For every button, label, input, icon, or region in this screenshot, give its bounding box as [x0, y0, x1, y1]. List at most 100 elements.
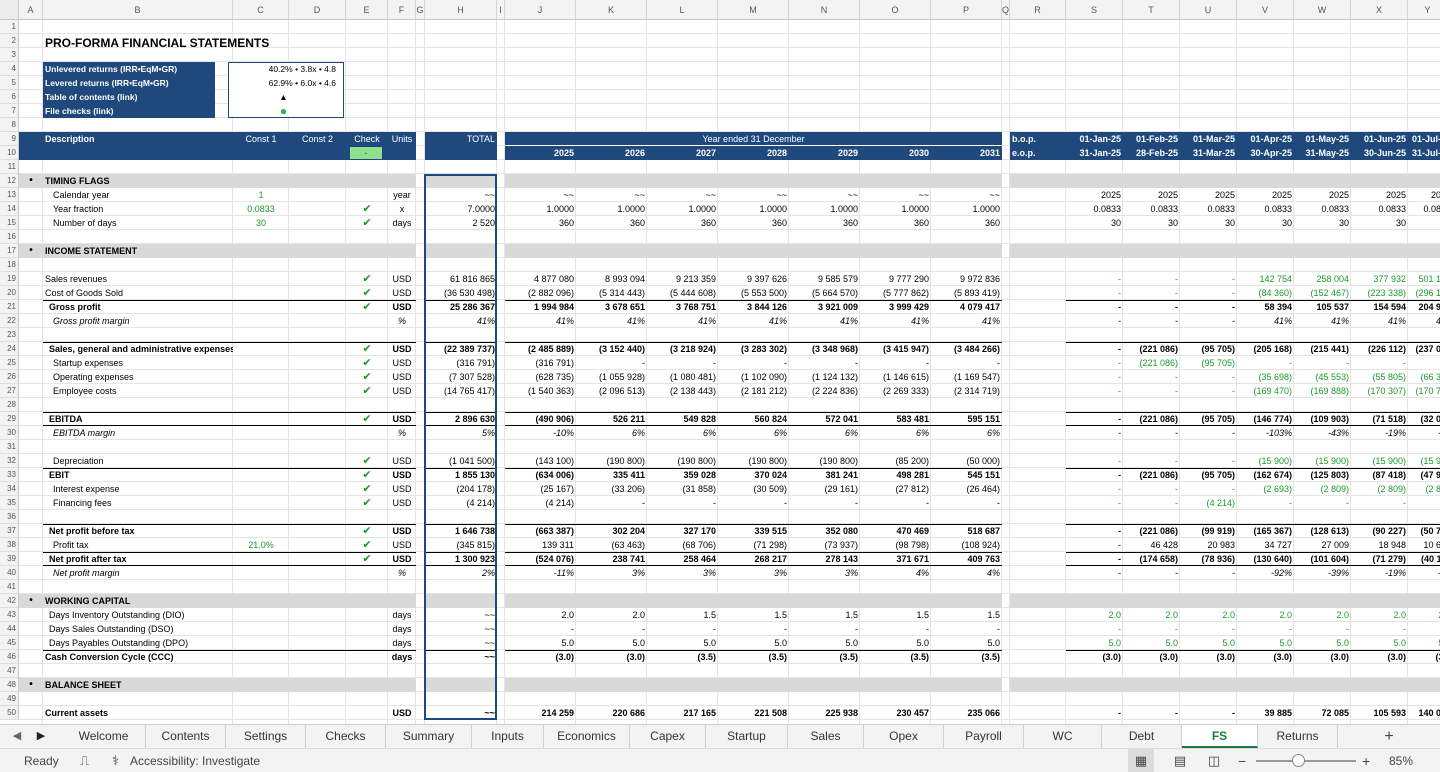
- value-cell[interactable]: 41%: [718, 314, 789, 328]
- value-cell[interactable]: 2.0: [1066, 608, 1123, 622]
- value-cell[interactable]: (2 882 096): [505, 286, 576, 300]
- value-cell[interactable]: (5 893 419): [931, 286, 1002, 300]
- zoom-out-icon[interactable]: −: [1238, 749, 1246, 772]
- value-cell[interactable]: (3.0): [505, 650, 576, 664]
- value-cell[interactable]: 5.0: [1123, 636, 1180, 650]
- value-cell[interactable]: (3.5): [789, 650, 860, 664]
- row-header-11[interactable]: 11: [0, 160, 19, 174]
- value-cell[interactable]: (143 100): [505, 454, 576, 468]
- value-cell[interactable]: 0.0833: [1066, 202, 1123, 216]
- value-cell[interactable]: (162 674): [1237, 468, 1294, 482]
- value-cell[interactable]: (190 800): [789, 454, 860, 468]
- value-cell[interactable]: -19%: [1351, 566, 1408, 580]
- value-cell[interactable]: 1.5: [789, 608, 860, 622]
- value-cell[interactable]: (3 415 947): [860, 342, 931, 356]
- value-cell[interactable]: (190 800): [647, 454, 718, 468]
- value-cell[interactable]: (1 124 132): [789, 370, 860, 384]
- tab-wc[interactable]: WC: [1024, 725, 1102, 748]
- column-header-O[interactable]: O: [860, 0, 931, 20]
- value-cell[interactable]: -: [860, 496, 931, 510]
- value-cell[interactable]: 140 01: [1408, 706, 1440, 720]
- column-header-R[interactable]: R: [1010, 0, 1066, 20]
- row-header-23[interactable]: 23: [0, 328, 19, 342]
- value-cell[interactable]: (1 146 615): [860, 370, 931, 384]
- row-header-30[interactable]: 30: [0, 426, 19, 440]
- value-cell[interactable]: -: [1123, 300, 1180, 314]
- value-cell[interactable]: 2025: [1123, 188, 1180, 202]
- value-cell[interactable]: 235 066: [931, 706, 1002, 720]
- row-header-37[interactable]: 37: [0, 524, 19, 538]
- value-cell[interactable]: 4 877 080: [505, 272, 576, 286]
- value-cell[interactable]: -: [1180, 566, 1237, 580]
- value-cell[interactable]: (628 735): [505, 370, 576, 384]
- tab-economics[interactable]: Economics: [544, 725, 630, 748]
- value-cell[interactable]: 41%: [931, 314, 1002, 328]
- value-cell[interactable]: (130 640): [1237, 552, 1294, 566]
- row-header-46[interactable]: 46: [0, 650, 19, 664]
- value-cell[interactable]: (4 214): [1180, 496, 1237, 510]
- tab-checks[interactable]: Checks: [306, 725, 386, 748]
- row-header-42[interactable]: 42: [0, 594, 19, 608]
- row-header-33[interactable]: 33: [0, 468, 19, 482]
- value-cell[interactable]: -: [1123, 622, 1180, 636]
- file-checks-icon[interactable]: ●: [229, 104, 338, 118]
- value-cell[interactable]: (5 777 862): [860, 286, 931, 300]
- value-cell[interactable]: 258 004: [1294, 272, 1351, 286]
- row-header-40[interactable]: 40: [0, 566, 19, 580]
- value-cell[interactable]: -: [1180, 314, 1237, 328]
- value-cell[interactable]: -92%: [1237, 566, 1294, 580]
- value-cell[interactable]: -: [647, 496, 718, 510]
- value-cell[interactable]: (95 705): [1180, 412, 1237, 426]
- value-cell[interactable]: 2025: [1066, 188, 1123, 202]
- value-cell[interactable]: -8: [1408, 566, 1440, 580]
- value-cell[interactable]: -: [1066, 342, 1123, 356]
- value-cell[interactable]: (205 168): [1237, 342, 1294, 356]
- value-cell[interactable]: -: [1123, 454, 1180, 468]
- value-cell[interactable]: 41%: [576, 314, 647, 328]
- value-cell[interactable]: -: [647, 622, 718, 636]
- column-header-F[interactable]: F: [388, 0, 416, 20]
- value-cell[interactable]: (5 444 608): [647, 286, 718, 300]
- row-header-28[interactable]: 28: [0, 398, 19, 412]
- column-header-Q[interactable]: Q: [1002, 0, 1010, 20]
- tab-startup[interactable]: Startup: [706, 725, 788, 748]
- value-cell[interactable]: -: [1066, 300, 1123, 314]
- value-cell[interactable]: 377 932: [1351, 272, 1408, 286]
- row-header-4[interactable]: 4: [0, 62, 19, 76]
- value-cell[interactable]: 30: [1066, 216, 1123, 230]
- value-cell[interactable]: (3.5): [860, 650, 931, 664]
- value-cell[interactable]: 6%: [860, 426, 931, 440]
- value-cell[interactable]: ~~: [860, 188, 931, 202]
- row-header-49[interactable]: 49: [0, 692, 19, 706]
- value-cell[interactable]: (3.0): [1351, 650, 1408, 664]
- value-cell[interactable]: 2025: [1180, 188, 1237, 202]
- value-cell[interactable]: 560 824: [718, 412, 789, 426]
- value-cell[interactable]: 2.0: [1294, 608, 1351, 622]
- value-cell[interactable]: 3: [1408, 216, 1440, 230]
- value-cell[interactable]: 595 151: [931, 412, 1002, 426]
- value-cell[interactable]: 5.0: [647, 636, 718, 650]
- value-cell[interactable]: 4%: [931, 566, 1002, 580]
- column-header-M[interactable]: M: [718, 0, 789, 20]
- value-cell[interactable]: (296 15: [1408, 286, 1440, 300]
- value-cell[interactable]: (15 900): [1237, 454, 1294, 468]
- value-cell[interactable]: 9 397 626: [718, 272, 789, 286]
- value-cell[interactable]: (35 698): [1237, 370, 1294, 384]
- value-cell[interactable]: (170 72: [1408, 384, 1440, 398]
- row-header-20[interactable]: 20: [0, 286, 19, 300]
- value-cell[interactable]: (27 812): [860, 482, 931, 496]
- tab-inputs[interactable]: Inputs: [472, 725, 544, 748]
- value-cell[interactable]: (71 279): [1351, 552, 1408, 566]
- value-cell[interactable]: (109 903): [1294, 412, 1351, 426]
- tab-debt[interactable]: Debt: [1102, 725, 1182, 748]
- value-cell[interactable]: 5.0: [1237, 636, 1294, 650]
- value-cell[interactable]: ~~: [789, 188, 860, 202]
- value-cell[interactable]: 0.083: [1408, 202, 1440, 216]
- value-cell[interactable]: 41%: [505, 314, 576, 328]
- value-cell[interactable]: -: [1351, 496, 1408, 510]
- value-cell[interactable]: 3 999 429: [860, 300, 931, 314]
- column-header-T[interactable]: T: [1123, 0, 1180, 20]
- value-cell[interactable]: 1.5: [647, 608, 718, 622]
- value-cell[interactable]: -: [1123, 426, 1180, 440]
- value-cell[interactable]: -: [1237, 496, 1294, 510]
